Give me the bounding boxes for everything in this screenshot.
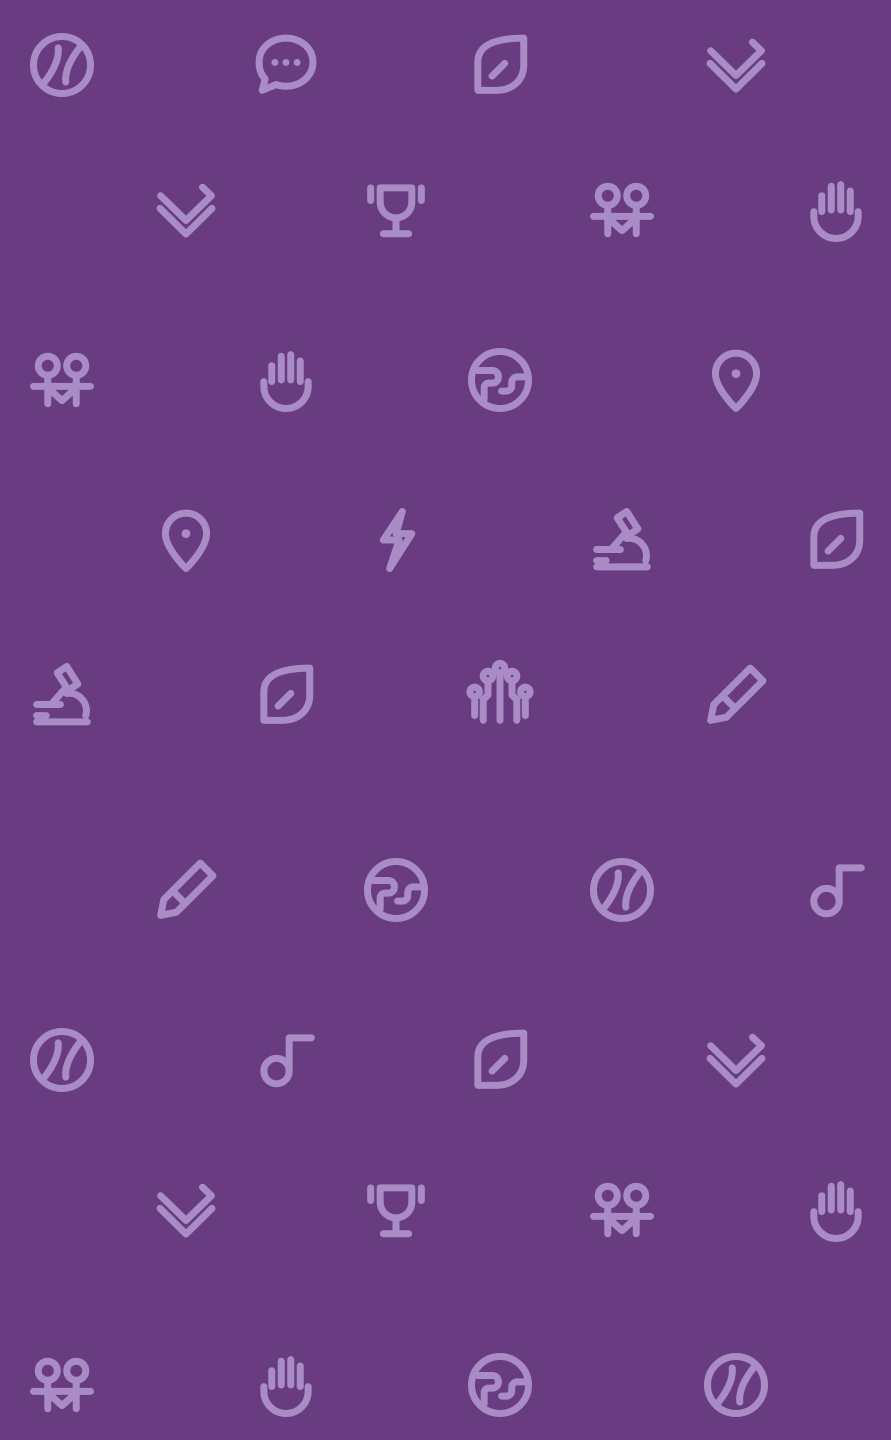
hand-icon xyxy=(246,1345,326,1425)
hand-icon xyxy=(246,340,326,420)
globe-icon xyxy=(356,850,436,930)
people-icon xyxy=(582,170,662,250)
music-note-icon xyxy=(246,1020,326,1100)
hand-icon xyxy=(796,170,876,250)
heart-chevron-icon xyxy=(146,170,226,250)
circuit-icon xyxy=(460,655,540,735)
leaf-icon xyxy=(246,655,326,735)
pencil-icon xyxy=(146,850,226,930)
leaf-icon xyxy=(460,25,540,105)
location-pin-icon xyxy=(696,340,776,420)
leaf-icon xyxy=(460,1020,540,1100)
location-pin-icon xyxy=(146,500,226,580)
tennis-ball-icon xyxy=(696,1345,776,1425)
music-note-icon xyxy=(796,850,876,930)
globe-icon xyxy=(460,340,540,420)
heart-chevron-icon xyxy=(696,1020,776,1100)
microscope-icon xyxy=(22,655,102,735)
icon-pattern-background xyxy=(0,0,891,1440)
people-icon xyxy=(582,1170,662,1250)
heart-chevron-icon xyxy=(696,25,776,105)
trophy-icon xyxy=(356,1170,436,1250)
microscope-icon xyxy=(582,500,662,580)
pencil-icon xyxy=(696,655,776,735)
people-icon xyxy=(22,340,102,420)
tennis-ball-icon xyxy=(22,25,102,105)
people-icon xyxy=(22,1345,102,1425)
chat-bubble-icon xyxy=(246,25,326,105)
hand-icon xyxy=(796,1170,876,1250)
globe-icon xyxy=(460,1345,540,1425)
heart-chevron-icon xyxy=(146,1170,226,1250)
leaf-icon xyxy=(796,500,876,580)
lightning-icon xyxy=(356,500,436,580)
trophy-icon xyxy=(356,170,436,250)
tennis-ball-icon xyxy=(582,850,662,930)
tennis-ball-icon xyxy=(22,1020,102,1100)
